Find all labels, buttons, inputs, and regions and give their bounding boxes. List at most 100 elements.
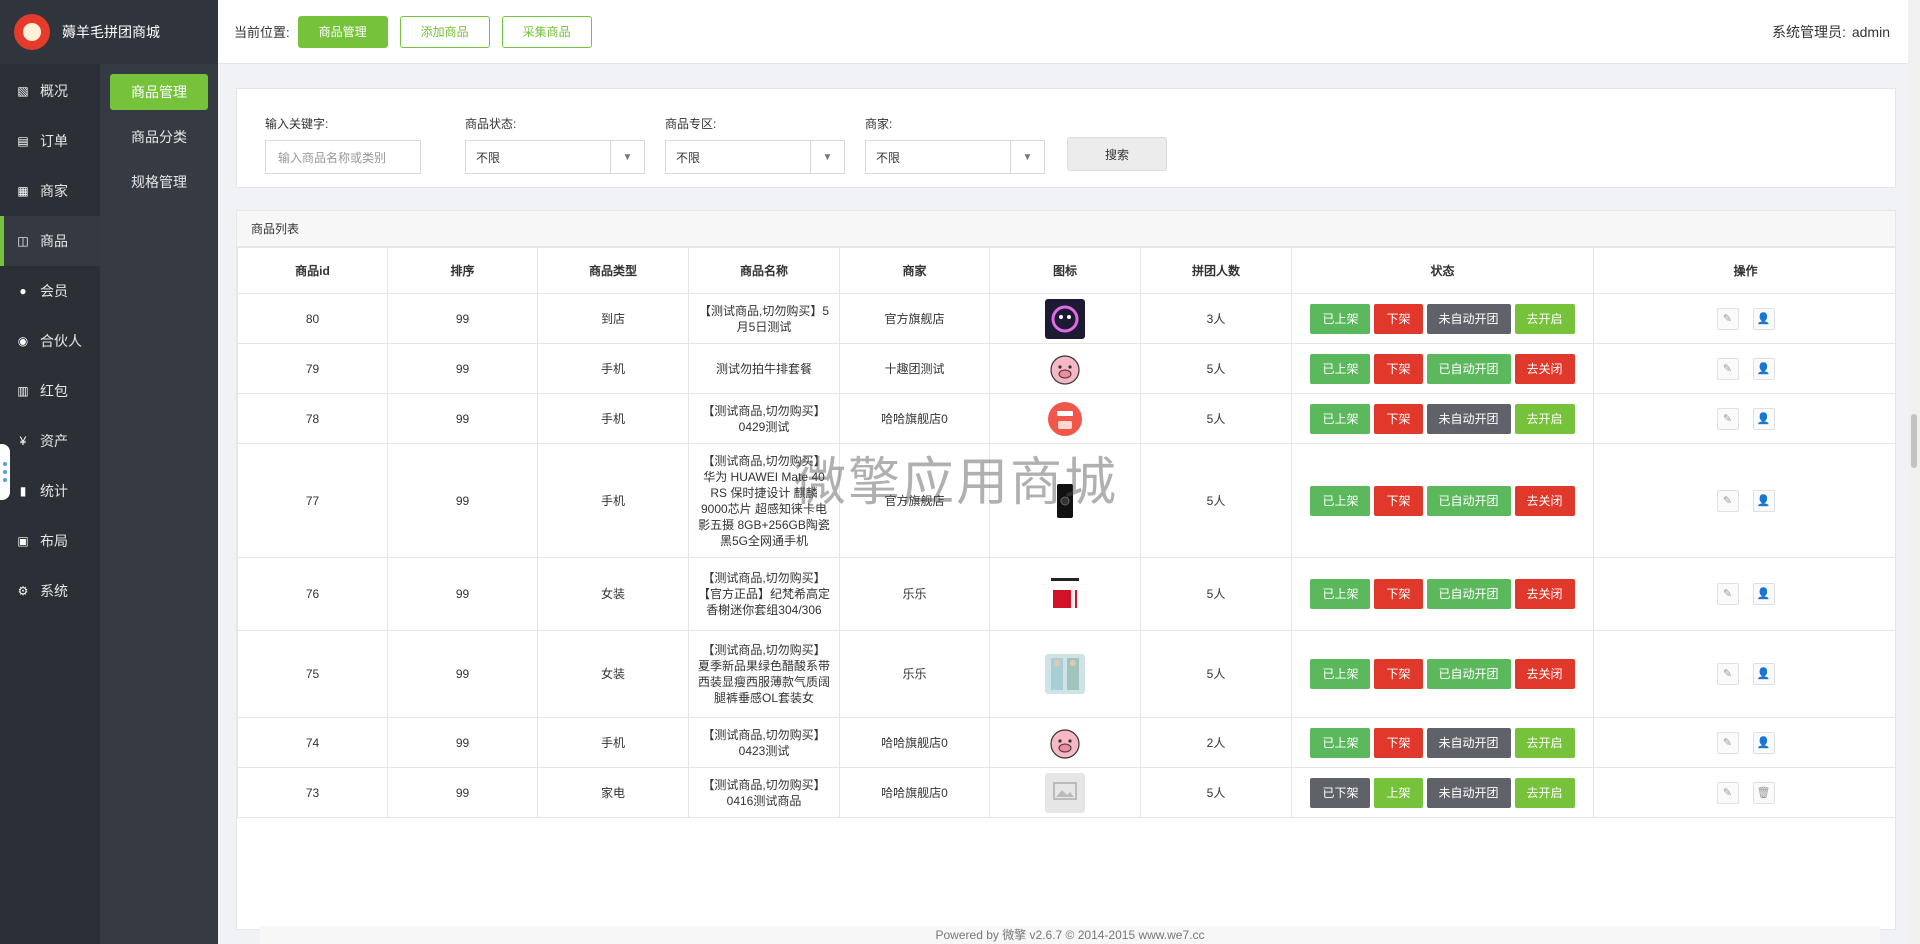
- listing-status-button[interactable]: 已下架: [1310, 777, 1371, 808]
- add-user-icon[interactable]: 👤: [1752, 307, 1775, 330]
- listing-status-button[interactable]: 已上架: [1310, 403, 1371, 434]
- toggle-auto-group-button[interactable]: 去开启: [1514, 727, 1575, 758]
- toggle-auto-group-button[interactable]: 去开启: [1514, 777, 1575, 808]
- listing-status-button[interactable]: 已上架: [1310, 579, 1371, 609]
- nav-item-10[interactable]: ⚙ 系统: [0, 566, 100, 616]
- vertical-scrollbar[interactable]: [1908, 0, 1920, 944]
- auto-group-status-button[interactable]: 未自动开团: [1426, 727, 1511, 758]
- nav-item-label: 系统: [40, 583, 68, 599]
- edit-icon[interactable]: ✎: [1716, 731, 1739, 754]
- nav-item-6[interactable]: ▥ 红包: [0, 366, 100, 416]
- product-thumbnail[interactable]: [1045, 772, 1085, 813]
- tab-add-product[interactable]: 添加商品: [399, 15, 490, 48]
- cell-name: 测试勿拍牛排套餐: [688, 343, 840, 394]
- toggle-listing-button[interactable]: 下架: [1374, 303, 1423, 334]
- nav-item-3[interactable]: ◫ 商品: [0, 216, 100, 266]
- table-row: 80 99 到店 【测试商品,切勿购买】5月5日测试 官方旗舰店 3人 已上架 下架 未自动开团…: [237, 293, 1895, 344]
- auto-group-status-button[interactable]: 未自动开团: [1426, 303, 1511, 334]
- product-thumbnail[interactable]: [1045, 298, 1085, 339]
- toggle-listing-button[interactable]: 下架: [1374, 485, 1423, 516]
- toggle-auto-group-button[interactable]: 去关闭: [1514, 353, 1575, 384]
- merchant-select[interactable]: 不限 ▼: [865, 140, 1045, 174]
- toggle-listing-button[interactable]: 上架: [1374, 777, 1423, 808]
- nav-item-4[interactable]: ● 会员: [0, 266, 100, 316]
- toggle-auto-group-button[interactable]: 去关闭: [1514, 659, 1575, 689]
- auto-group-status-button[interactable]: 已自动开团: [1426, 485, 1511, 516]
- toggle-auto-group-button[interactable]: 去关闭: [1514, 579, 1575, 609]
- nav-item-label: 商品: [40, 233, 68, 249]
- edit-icon[interactable]: ✎: [1716, 307, 1739, 330]
- listing-status-button[interactable]: 已上架: [1310, 659, 1371, 689]
- product-thumbnail[interactable]: [1045, 398, 1085, 439]
- auto-group-status-button[interactable]: 已自动开团: [1426, 353, 1511, 384]
- auto-group-status-button[interactable]: 未自动开团: [1426, 777, 1511, 808]
- trash-icon[interactable]: 🗑: [1752, 781, 1775, 804]
- tab-collect-product[interactable]: 采集商品: [501, 15, 592, 48]
- edit-icon[interactable]: ✎: [1716, 357, 1739, 380]
- edit-icon[interactable]: ✎: [1716, 489, 1739, 512]
- nav-item-2[interactable]: ▦ 商家: [0, 166, 100, 216]
- product-thumbnail[interactable]: [1045, 480, 1085, 521]
- toggle-auto-group-button[interactable]: 去开启: [1514, 403, 1575, 434]
- auto-group-status-button[interactable]: 未自动开团: [1426, 403, 1511, 434]
- sidebar-drag-handle[interactable]: [0, 444, 10, 500]
- column-header: 操作: [1593, 247, 1895, 294]
- nav-item-5[interactable]: ◉ 合伙人: [0, 316, 100, 366]
- scrollbar-thumb[interactable]: [1911, 414, 1917, 468]
- cell-type: 手机: [537, 343, 689, 394]
- product-thumbnail[interactable]: [1045, 348, 1085, 389]
- merchant-value: 不限: [876, 150, 901, 165]
- toggle-listing-button[interactable]: 下架: [1374, 727, 1423, 758]
- chevron-down-icon: ▼: [810, 141, 844, 173]
- cell-sort: 99: [387, 443, 538, 558]
- listing-status-button[interactable]: 已上架: [1310, 727, 1371, 758]
- add-user-icon[interactable]: 👤: [1752, 357, 1775, 380]
- edit-icon[interactable]: ✎: [1716, 583, 1739, 605]
- subnav-item-0[interactable]: 商品管理: [110, 74, 208, 110]
- toggle-auto-group-button[interactable]: 去关闭: [1514, 485, 1575, 516]
- nav-item-label: 订单: [40, 133, 68, 149]
- add-user-icon[interactable]: 👤: [1752, 407, 1775, 430]
- listing-status-button[interactable]: 已上架: [1310, 303, 1371, 334]
- toggle-auto-group-button[interactable]: 去开启: [1514, 303, 1575, 334]
- app-logo[interactable]: 薅羊毛拼团商城: [0, 0, 218, 64]
- toggle-listing-button[interactable]: 下架: [1374, 659, 1423, 689]
- nav-item-1[interactable]: ▤ 订单: [0, 116, 100, 166]
- listing-status-button[interactable]: 已上架: [1310, 353, 1371, 384]
- subnav-item-1[interactable]: 商品分类: [110, 119, 208, 155]
- nav-item-0[interactable]: ▧ 概况: [0, 66, 100, 116]
- zone-select[interactable]: 不限 ▼: [665, 140, 845, 174]
- add-user-icon[interactable]: 👤: [1752, 663, 1775, 685]
- add-user-icon[interactable]: 👤: [1752, 731, 1775, 754]
- add-user-icon[interactable]: 👤: [1752, 489, 1775, 512]
- cell-thumbnail: [989, 767, 1141, 818]
- auto-group-status-button[interactable]: 已自动开团: [1426, 659, 1511, 689]
- redpacket-icon: ▥: [17, 384, 29, 398]
- nav-item-9[interactable]: ▣ 布局: [0, 516, 100, 566]
- search-button[interactable]: 搜索: [1067, 137, 1167, 171]
- listing-status-button[interactable]: 已上架: [1310, 485, 1371, 516]
- primary-sidebar: 薅羊毛拼团商城 ▧ 概况 ▤ 订单 ▦ 商家 ◫ 商品 ● 会员 ◉ 合伙人 ▥ 红包 ¥ 资产 ▮ 统计 ▣ 布局 ⚙…: [0, 0, 218, 944]
- keyword-input[interactable]: 输入商品名称或类别: [265, 140, 421, 174]
- edit-icon[interactable]: ✎: [1716, 663, 1739, 685]
- subnav-item-2[interactable]: 规格管理: [110, 164, 208, 200]
- nav-item-8[interactable]: ▮ 统计: [0, 466, 100, 516]
- nav-item-7[interactable]: ¥ 资产: [0, 416, 100, 466]
- toggle-listing-button[interactable]: 下架: [1374, 579, 1423, 609]
- product-thumbnail[interactable]: [1045, 574, 1085, 614]
- toggle-listing-button[interactable]: 下架: [1374, 403, 1423, 434]
- add-user-icon[interactable]: 👤: [1752, 583, 1775, 605]
- tab-product-manage[interactable]: 商品管理: [297, 15, 388, 48]
- toggle-listing-button[interactable]: 下架: [1374, 353, 1423, 384]
- auto-group-status-button[interactable]: 已自动开团: [1426, 579, 1511, 609]
- product-thumbnail[interactable]: [1045, 722, 1085, 763]
- edit-icon[interactable]: ✎: [1716, 407, 1739, 430]
- cell-sort: 99: [387, 717, 538, 768]
- product-thumbnail[interactable]: [1045, 654, 1085, 694]
- edit-icon[interactable]: ✎: [1716, 781, 1739, 804]
- status-select[interactable]: 不限 ▼: [465, 140, 645, 174]
- cell-sort: 99: [387, 393, 538, 444]
- admin-name[interactable]: admin: [1852, 24, 1890, 40]
- cell-name: 【测试商品,切勿购买】华为 HUAWEI Mate 40 RS 保时捷设计 麒麟…: [688, 443, 840, 558]
- chevron-down-icon: ▼: [1010, 141, 1044, 173]
